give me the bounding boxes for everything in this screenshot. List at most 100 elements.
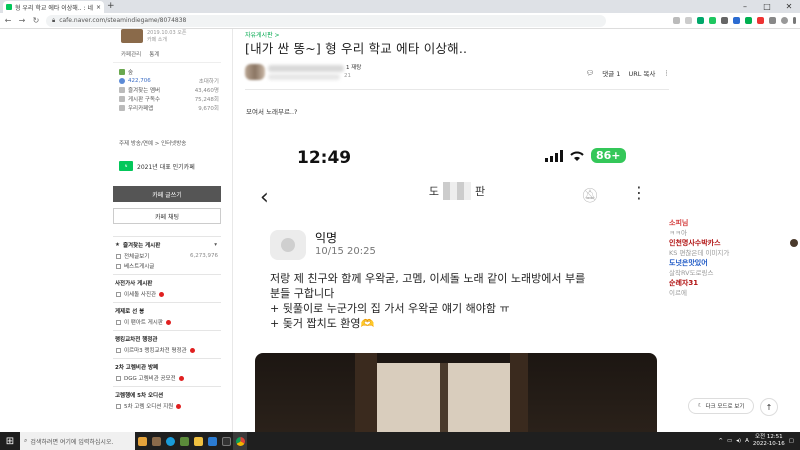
reload-icon[interactable]: ↻	[32, 16, 40, 25]
windows-start-icon[interactable]: ⊞	[0, 436, 20, 447]
avatar[interactable]	[245, 64, 265, 80]
members-row: 422,706 초대하기	[119, 76, 219, 85]
board-item[interactable]: 5차 고렘 오디션 지원	[113, 401, 221, 411]
stats-link[interactable]: 통계	[149, 50, 159, 58]
invite-link[interactable]: 초대하기	[199, 77, 219, 85]
board-item[interactable]: 이르마3 랭킹교차전 평정관	[113, 345, 221, 355]
award-text[interactable]: 2021년 대표 인기카페	[137, 162, 195, 171]
more-icon[interactable]: ⋮	[663, 69, 670, 77]
phone-clock: 12:49	[297, 148, 352, 168]
fav-boards-header[interactable]: ★ 즐겨찾는 게시판 ▾	[113, 236, 221, 251]
app-icon[interactable]	[219, 432, 233, 450]
comment-icon[interactable]: 💬︎	[586, 69, 594, 77]
cafe-chat-button[interactable]: 카페 채팅	[113, 208, 221, 224]
stat-row: 우리카페앱 9,670회	[119, 103, 219, 112]
close-window-icon[interactable]: ✕	[778, 0, 800, 13]
post-line: + 뒷풀이로 누군가의 집 가서 우왁굳 얘기 해야함 ㅠ	[270, 302, 510, 315]
board-section-title: 고렘행에 5차 오디션	[113, 386, 221, 401]
explorer-icon[interactable]	[191, 432, 205, 450]
board-label: 이 팬아트 게시판	[124, 320, 163, 326]
share-icon[interactable]	[673, 17, 680, 24]
page-content: 2019.10.03 오픈 카페 소개 카페관리 통계 숲 422,706 초대…	[0, 29, 800, 432]
naver-favicon-icon	[6, 4, 12, 10]
chat-text: KS 편찮은데 이미지가	[669, 249, 730, 257]
article-body-text: 모여서 노래부르..?	[246, 108, 298, 116]
board-item[interactable]: 이세돌 사진관	[113, 289, 221, 299]
app-icon[interactable]	[149, 432, 163, 450]
browser-tab[interactable]: 형 우리 학교 에타 이상해.. : 네이 ×	[3, 1, 104, 13]
new-tab-button[interactable]: +	[107, 1, 115, 12]
extension-icon[interactable]	[697, 17, 704, 24]
chat-user: 인천명사수박카스	[669, 239, 721, 247]
menu-dots-icon[interactable]	[793, 17, 796, 24]
dark-mode-button[interactable]: ☾ 다크 모드로 보기	[688, 398, 754, 414]
window-bar	[440, 363, 448, 432]
url-input[interactable]: 🔒︎ cafe.naver.com/steamindiegame/8074838	[46, 14, 606, 27]
cafe-logo[interactable]	[121, 29, 143, 43]
more-icon: ⋮	[631, 183, 647, 202]
scroll-top-button[interactable]: ↑	[760, 398, 778, 416]
board-item[interactable]: 베스트게시글	[113, 261, 221, 271]
chat-overlay: 소피님 ㅋㅋ아 인천명사수박카스 KS 편찮은데 이미지가 도넛은맛있어 살작R…	[669, 218, 789, 298]
tab-close-icon[interactable]: ×	[96, 4, 101, 11]
taskbar-search-input[interactable]: ⌕ 검색하려면 여기에 입력하십시오.	[20, 432, 135, 450]
minecraft-icon[interactable]	[177, 432, 191, 450]
chat-text: ㅋㅋ아	[669, 229, 687, 237]
extension-icon[interactable]	[733, 17, 740, 24]
stat-label: 우리카페앱	[128, 105, 154, 112]
board-icon	[116, 253, 121, 259]
stat-label: 즐겨찾는 멤버	[128, 87, 161, 94]
new-badge	[159, 291, 165, 297]
tray-chevron-icon[interactable]: ^	[718, 438, 723, 444]
chat-user: 순례자31	[669, 279, 699, 287]
board-item[interactable]: DGG 고렘비관 공모전	[113, 373, 221, 383]
dark-mode-label: 다크 모드로 보기	[705, 404, 745, 410]
board-icon	[119, 95, 125, 102]
board-icon	[116, 291, 121, 297]
star-icon	[119, 86, 125, 93]
award-row: N 2021년 대표 인기카페	[119, 161, 195, 171]
chevron-down-icon[interactable]: ▾	[214, 242, 221, 248]
puzzle-icon[interactable]	[769, 17, 776, 24]
star-icon[interactable]	[685, 17, 692, 24]
vscode-icon[interactable]	[205, 432, 219, 450]
task-view-icon[interactable]	[135, 432, 149, 450]
board-section-title: 2차 고렘비관 방폐	[113, 358, 221, 373]
door-frame	[510, 353, 528, 432]
network-icon[interactable]: ▭	[727, 438, 732, 444]
photo-attachment	[255, 353, 657, 432]
minimize-icon[interactable]: –	[734, 0, 756, 13]
notification-icon[interactable]: ▢	[789, 438, 794, 444]
forward-icon[interactable]: →	[18, 16, 26, 25]
comment-count[interactable]: 댓글 1	[602, 68, 620, 78]
chat-user: 소피님	[669, 219, 689, 227]
door-frame	[355, 353, 377, 432]
extension-icon[interactable]	[721, 17, 728, 24]
extension-icon[interactable]	[709, 17, 716, 24]
edge-icon[interactable]	[163, 432, 177, 450]
chat-message: 인천명사수박카스 KS 편찮은데 이미지가	[669, 238, 789, 258]
board-item[interactable]: 이 팬아트 게시판	[113, 317, 221, 327]
author-name-blurred[interactable]	[268, 65, 344, 72]
avatar	[270, 230, 306, 260]
cafe-intro-link[interactable]: 카페 소개	[147, 36, 167, 43]
extension-icon[interactable]	[745, 17, 752, 24]
profile-icon[interactable]	[781, 17, 788, 24]
chrome-icon[interactable]	[233, 432, 247, 450]
new-badge	[165, 319, 171, 325]
ime-icon[interactable]: A	[745, 438, 749, 444]
back-icon[interactable]: ←	[4, 16, 12, 25]
chat-avatar[interactable]	[790, 239, 798, 247]
article-actions: 💬︎ 댓글 1 URL 복사 ⋮	[586, 68, 670, 78]
write-post-button[interactable]: 카페 글쓰기	[113, 186, 221, 202]
url-copy-button[interactable]: URL 복사	[628, 68, 655, 78]
board-item[interactable]: 전체글보기 6,273,976	[113, 251, 221, 261]
members-count[interactable]: 422,706	[128, 78, 151, 84]
volume-icon[interactable]: ◂)	[736, 438, 741, 444]
extension-icon[interactable]	[757, 17, 764, 24]
clock[interactable]: 오전 12:51 2022-10-16	[753, 434, 785, 448]
system-tray: ^ ▭ ◂) A 오전 12:51 2022-10-16 ▢	[718, 434, 800, 448]
cafe-manage-link[interactable]: 카페관리	[121, 50, 141, 58]
window-controls: – □ ✕	[734, 0, 800, 13]
maximize-icon[interactable]: □	[756, 0, 778, 13]
